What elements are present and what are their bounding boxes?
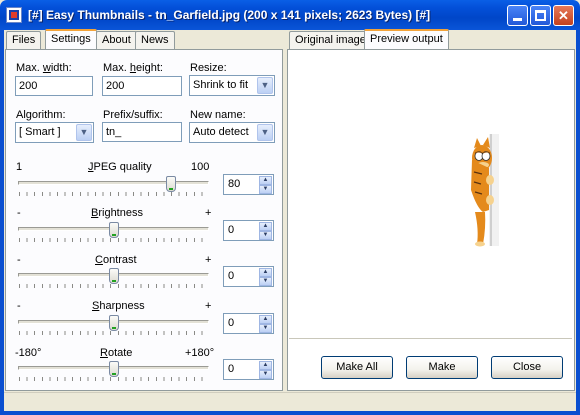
resize-select[interactable]: Shrink to fit ▼ (189, 75, 275, 96)
tab-preview-output[interactable]: Preview output (364, 29, 449, 49)
contrast-max-label: + (205, 254, 212, 266)
contrast-ticks (19, 284, 209, 288)
spin-up-icon[interactable]: ▲ (259, 268, 272, 277)
jpeg-quality-ticks (19, 192, 209, 196)
app-icon[interactable] (6, 7, 22, 23)
max-height-input[interactable]: 200 (102, 76, 182, 96)
brightness-value: 0 (228, 224, 235, 236)
maximize-button[interactable] (530, 5, 551, 26)
spin-down-icon[interactable]: ▼ (259, 277, 272, 286)
spin-down-icon[interactable]: ▼ (259, 370, 272, 379)
contrast-value: 0 (228, 270, 235, 282)
make-all-button[interactable]: Make All (321, 356, 393, 379)
jpeg-min-label: 1 (16, 161, 23, 173)
spin-up-icon[interactable]: ▲ (259, 315, 272, 324)
algorithm-label: Algorithm: (16, 109, 66, 121)
prefix-input[interactable]: tn_ (102, 122, 182, 142)
sharpness-spinner[interactable]: 0 ▲ ▼ (223, 313, 274, 334)
tab-news[interactable]: News (135, 31, 175, 49)
minimize-icon (513, 18, 522, 21)
close-window-button[interactable]: ✕ (553, 5, 574, 26)
rotate-slider[interactable] (108, 361, 119, 377)
jpeg-quality-label: JPEG quality (88, 161, 152, 173)
spin-down-icon[interactable]: ▼ (259, 231, 272, 240)
rotate-max-label: +180° (185, 347, 215, 359)
rotate-value: 0 (228, 363, 235, 375)
max-height-label: Max. height: (103, 62, 163, 74)
brightness-label: Brightness (91, 207, 143, 219)
sharpness-value: 0 (228, 317, 235, 329)
contrast-spinner[interactable]: 0 ▲ ▼ (223, 266, 274, 287)
chevron-down-icon[interactable]: ▼ (76, 124, 92, 141)
rotate-spinner[interactable]: 0 ▲ ▼ (223, 359, 274, 380)
tab-settings[interactable]: Settings (45, 29, 97, 49)
brightness-min-label: - (17, 207, 21, 219)
chevron-down-icon[interactable]: ▼ (257, 77, 273, 94)
tab-original-image[interactable]: Original image (289, 31, 372, 49)
close-button[interactable]: Close (491, 356, 563, 379)
brightness-ticks (19, 238, 209, 242)
window-border-right (576, 30, 580, 415)
close-icon: ✕ (558, 8, 569, 23)
prefix-label: Prefix/suffix: (103, 109, 163, 121)
spin-up-icon[interactable]: ▲ (259, 222, 272, 231)
brightness-spinner[interactable]: 0 ▲ ▼ (223, 220, 274, 241)
chevron-down-icon[interactable]: ▼ (257, 124, 273, 141)
contrast-min-label: - (17, 254, 21, 266)
window-border-left (0, 30, 4, 415)
minimize-button[interactable] (507, 5, 528, 26)
tab-about[interactable]: About (96, 31, 137, 49)
sharpness-slider[interactable] (108, 315, 119, 331)
button-divider (289, 338, 572, 339)
spin-up-icon[interactable]: ▲ (259, 176, 272, 185)
preview-panel (287, 49, 575, 391)
resize-value: Shrink to fit (193, 79, 249, 91)
sharpness-min-label: - (17, 300, 21, 312)
jpeg-quality-value: 80 (228, 178, 241, 190)
title-bar[interactable]: [#] Easy Thumbnails - tn_Garfield.jpg (2… (0, 0, 580, 30)
rotate-min-label: -180° (15, 347, 42, 359)
algorithm-value: [ Smart ] (19, 126, 61, 138)
maximize-icon (535, 10, 546, 21)
max-width-label: Max. width: (16, 62, 72, 74)
new-name-label: New name: (190, 109, 246, 121)
make-button[interactable]: Make (406, 356, 478, 379)
sharpness-ticks (19, 331, 209, 335)
jpeg-quality-track (18, 181, 209, 185)
jpeg-quality-slider[interactable] (165, 176, 176, 192)
jpeg-max-label: 100 (191, 161, 210, 173)
window-border-bottom (0, 411, 580, 415)
brightness-max-label: + (205, 207, 212, 219)
window-title: [#] Easy Thumbnails - tn_Garfield.jpg (2… (28, 8, 431, 22)
resize-label: Resize: (190, 62, 227, 74)
spin-down-icon[interactable]: ▼ (259, 185, 272, 194)
rotate-ticks (19, 377, 209, 381)
status-bar (4, 392, 576, 411)
spin-down-icon[interactable]: ▼ (259, 324, 272, 333)
sharpness-label: Sharpness (92, 300, 145, 312)
brightness-slider[interactable] (108, 222, 119, 238)
contrast-slider[interactable] (108, 268, 119, 284)
tab-files[interactable]: Files (6, 31, 42, 49)
max-width-input[interactable]: 200 (15, 76, 93, 96)
spin-up-icon[interactable]: ▲ (259, 361, 272, 370)
garfield-thumbnail-image (469, 130, 499, 248)
jpeg-quality-spinner[interactable]: 80 ▲ ▼ (223, 174, 274, 195)
rotate-label: Rotate (100, 347, 133, 359)
contrast-label: Contrast (95, 254, 137, 266)
sharpness-max-label: + (205, 300, 212, 312)
new-name-select[interactable]: Auto detect ▼ (189, 122, 275, 143)
new-name-value: Auto detect (193, 126, 249, 138)
algorithm-select[interactable]: [ Smart ] ▼ (15, 122, 94, 143)
